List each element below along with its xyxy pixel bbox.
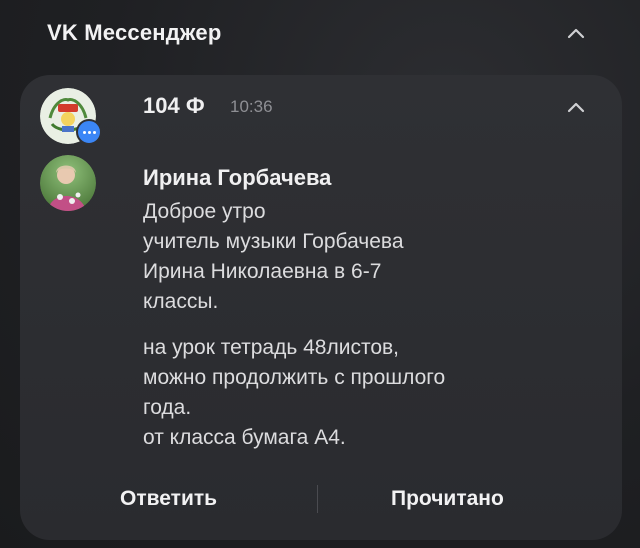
reply-button[interactable]: Ответить [120,475,217,523]
chat-name: 104 Ф [143,93,205,118]
message-text: Доброе утро учитель музыки Горбачева Ири… [143,200,404,313]
app-header: VK Мессенджер [0,0,640,72]
chevron-up-icon[interactable] [567,101,585,113]
actions-divider [317,485,318,513]
chevron-up-icon[interactable] [567,27,585,39]
timestamp: 10:36 [230,97,273,116]
sender-avatar [40,155,96,211]
message-text: на урок тетрадь 48листов, можно продолжи… [143,336,446,449]
app-title: VK Мессенджер [47,20,222,45]
sender-name: Ирина Горбачева [143,165,332,190]
mark-read-button[interactable]: Прочитано [391,475,504,523]
notification-actions: Ответить Прочитано [20,475,622,523]
chat-bubble-icon [76,119,102,145]
